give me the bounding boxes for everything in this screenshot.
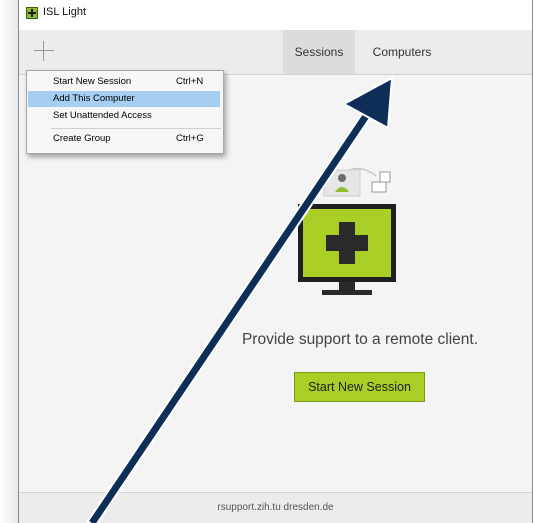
tab-computers[interactable]: Computers	[359, 30, 445, 74]
isl-app-icon	[26, 7, 38, 19]
background-edge	[0, 0, 18, 523]
tab-sessions[interactable]: Sessions	[283, 30, 355, 74]
menu-item-label: Set Unattended Access	[53, 110, 152, 121]
window-title: ISL Light	[43, 6, 87, 18]
menu-item-create-group[interactable]: Create Group Ctrl+G	[28, 131, 220, 147]
menu-item-set-unattended-access[interactable]: Set Unattended Access	[28, 108, 220, 124]
menu-item-label: Add This Computer	[53, 93, 135, 104]
menu-separator	[51, 128, 221, 129]
add-plus-icon[interactable]	[31, 38, 57, 64]
remote-support-illustration-icon	[298, 167, 396, 295]
menu-item-label: Create Group	[53, 133, 111, 144]
menu-item-shortcut: Ctrl+N	[176, 76, 204, 87]
menu-item-shortcut: Ctrl+G	[176, 133, 204, 144]
status-footer: rsupport.zih.tu dresden.de	[19, 492, 532, 523]
menu-item-start-new-session[interactable]: Start New Session Ctrl+N	[28, 74, 220, 90]
toolbar: Sessions Computers	[19, 30, 532, 75]
support-tagline: Provide support to a remote client.	[241, 331, 479, 348]
title-bar: ISL Light	[19, 0, 532, 30]
add-dropdown-menu: Start New Session Ctrl+N Add This Comput…	[26, 70, 224, 154]
menu-item-label: Start New Session	[53, 76, 132, 87]
start-new-session-button[interactable]: Start New Session	[294, 372, 425, 402]
menu-item-add-this-computer[interactable]: Add This Computer	[28, 91, 220, 107]
